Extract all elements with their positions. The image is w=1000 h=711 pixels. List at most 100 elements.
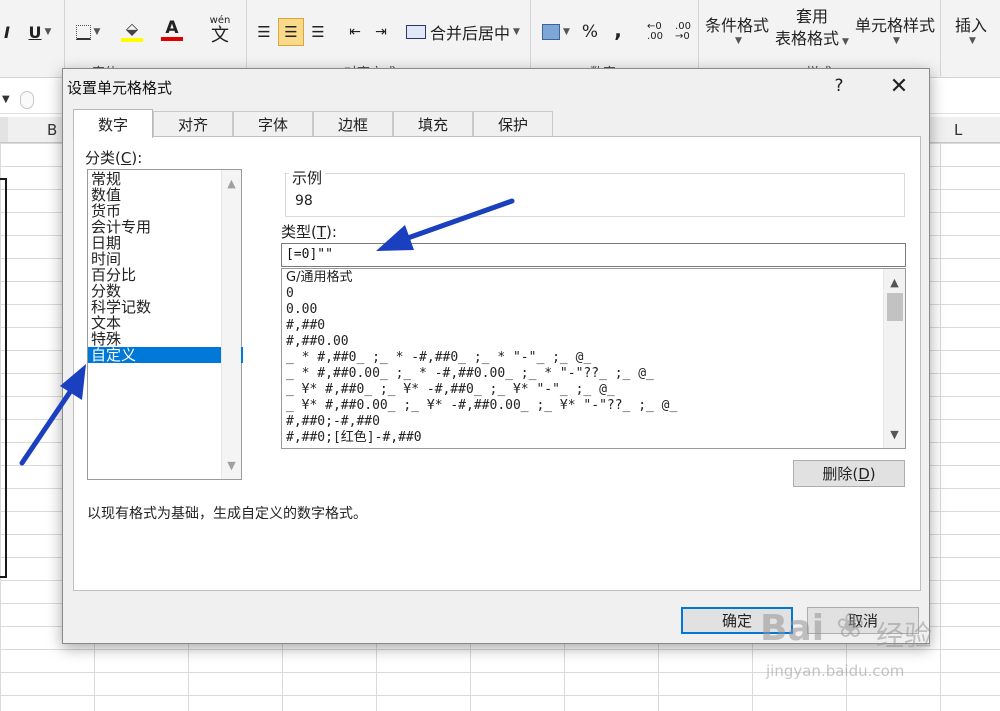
- tab-number[interactable]: 数字: [73, 109, 153, 138]
- close-icon: ✕: [889, 73, 909, 99]
- scroll-down-icon[interactable]: ▼: [222, 456, 241, 474]
- category-label-suffix: ):: [131, 149, 143, 167]
- chevron-down-icon: ▼: [563, 27, 570, 37]
- column-header-l[interactable]: L: [954, 121, 962, 139]
- accounting-format-button[interactable]: ▼: [538, 18, 574, 46]
- format-code-item[interactable]: #,##0;-#,##0: [286, 414, 380, 430]
- category-item[interactable]: 百分比: [91, 267, 241, 283]
- tab-protection[interactable]: 保护: [473, 111, 553, 137]
- tab-font[interactable]: 字体: [233, 111, 313, 137]
- category-item[interactable]: 常规: [91, 171, 241, 187]
- cell-styles-button[interactable]: 单元格样式 ▼: [852, 4, 938, 54]
- ribbon: I U ▼ ▼ ⬙ A wén 文 ☰ ☰ ☰ ⇤ ⇥ 合并后居中 ▼ ▼ % , …: [0, 0, 1000, 81]
- format-code-list[interactable]: G/通用格式 0 0.00 #,##0 #,##0.00 _ * #,##0_ …: [281, 268, 906, 449]
- format-code-item[interactable]: 0: [286, 286, 294, 302]
- phonetic-button[interactable]: wén 文: [198, 12, 242, 48]
- scroll-up-icon[interactable]: ▲: [885, 273, 904, 291]
- insert-label: 插入: [954, 16, 987, 35]
- dialog-title: 设置单元格格式: [67, 79, 173, 97]
- category-item[interactable]: 货币: [91, 203, 241, 219]
- conditional-format-button[interactable]: 条件格式 ▼: [702, 4, 772, 54]
- align-right-icon: ☰: [311, 23, 325, 41]
- tab-alignment[interactable]: 对齐: [153, 111, 233, 137]
- underline-button[interactable]: U ▼: [20, 18, 60, 46]
- currency-icon: [542, 24, 561, 40]
- italic-button[interactable]: I: [0, 18, 14, 46]
- category-item[interactable]: 时间: [91, 251, 241, 267]
- percent-button[interactable]: %: [578, 18, 602, 46]
- row-header-corner: [0, 117, 8, 142]
- format-code-item[interactable]: _ * #,##0_ ;_ * -#,##0_ ;_ * "-"_ ;_ @_: [286, 350, 591, 366]
- format-description: 以现有格式为基础，生成自定义的数字格式。: [87, 506, 367, 522]
- increase-decimal-button[interactable]: ←0.00: [642, 18, 668, 46]
- format-code-item[interactable]: _ ¥* #,##0_ ;_ ¥* -#,##0_ ;_ ¥* "-"_ ;_ …: [286, 382, 615, 398]
- close-button[interactable]: ✕: [881, 73, 917, 99]
- scroll-thumb[interactable]: [887, 293, 903, 321]
- category-item[interactable]: 会计专用: [91, 219, 241, 235]
- format-code-item[interactable]: #,##0.00: [286, 334, 349, 350]
- delete-label-prefix: 删除(: [822, 465, 859, 483]
- format-code-item[interactable]: _ ¥* #,##0.00_ ;_ ¥* -#,##0.00_ ;_ ¥* "-…: [286, 398, 677, 414]
- font-color-button[interactable]: A: [152, 14, 192, 46]
- cell-styles-label: 单元格样式: [854, 16, 935, 35]
- font-color-bar: [161, 37, 183, 41]
- format-code-item[interactable]: G/通用格式: [286, 270, 352, 286]
- fill-color-bar: [121, 37, 143, 42]
- increase-indent-icon: ⇥: [375, 24, 387, 40]
- align-left-button[interactable]: ☰: [252, 20, 276, 44]
- format-code-item[interactable]: #,##0;[红色]-#,##0: [286, 430, 422, 446]
- format-code-item[interactable]: _ * #,##0.00_ ;_ * -#,##0.00_ ;_ * "-"??…: [286, 366, 654, 382]
- chevron-down-icon: ▼: [893, 36, 900, 46]
- phonetic-label: wén: [209, 14, 231, 26]
- delete-button[interactable]: 删除(D): [793, 460, 905, 487]
- scroll-up-icon[interactable]: ▲: [222, 174, 241, 192]
- tab-fill[interactable]: 填充: [393, 111, 473, 137]
- decrease-decimal-button[interactable]: .00 →0: [670, 18, 696, 46]
- category-item[interactable]: 科学记数: [91, 299, 241, 315]
- chevron-down-icon: ▼: [969, 36, 976, 46]
- type-label-suffix: ):: [326, 223, 337, 241]
- decrease-indent-button[interactable]: ⇤: [344, 20, 366, 44]
- category-list[interactable]: 常规 数值 货币 会计专用 日期 时间 百分比 分数 科学记数 文本 特殊 自定…: [87, 169, 243, 480]
- formula-bar-handle[interactable]: [20, 91, 34, 109]
- category-item[interactable]: 数值: [91, 187, 241, 203]
- format-cells-dialog: 设置单元格格式 ? ✕ 数字 对齐 字体 边框 填充 保护 分类(C): 常规 …: [62, 68, 930, 644]
- category-item-selected[interactable]: 自定义: [88, 347, 243, 363]
- category-item[interactable]: 分数: [91, 283, 241, 299]
- merge-icon: [406, 25, 426, 39]
- format-code-item[interactable]: #,##0: [286, 318, 325, 334]
- type-input[interactable]: [=0]"": [281, 243, 906, 267]
- conditional-format-label: 条件格式: [704, 16, 769, 35]
- tab-border[interactable]: 边框: [313, 111, 393, 137]
- format-as-table-button[interactable]: 套用 表格格式 ▼: [772, 4, 852, 54]
- underline-label: U: [28, 22, 42, 42]
- name-box-dropdown-icon[interactable]: ▼: [2, 94, 10, 105]
- type-label-key: T: [316, 223, 327, 241]
- decrease-indent-icon: ⇤: [349, 24, 361, 40]
- scroll-down-icon[interactable]: ▼: [885, 425, 904, 443]
- comma-button[interactable]: ,: [608, 16, 628, 44]
- category-item[interactable]: 日期: [91, 235, 241, 251]
- column-header-b[interactable]: B: [47, 121, 57, 139]
- merge-center-button[interactable]: 合并后居中 ▼: [406, 18, 526, 46]
- increase-decimal-icon: ←0.00: [647, 21, 663, 42]
- category-item[interactable]: 特殊: [91, 331, 241, 347]
- border-button[interactable]: ▼: [70, 18, 106, 46]
- format-list-scrollbar[interactable]: ▲ ▼: [883, 269, 905, 448]
- category-item[interactable]: 文本: [91, 315, 241, 331]
- insert-button[interactable]: 插入 ▼: [946, 4, 996, 54]
- category-scrollbar[interactable]: ▲ ▼: [221, 170, 241, 479]
- phonetic-char: 文: [211, 24, 229, 46]
- divider: [246, 0, 247, 76]
- divider: [698, 0, 699, 76]
- category-label: 分类(C):: [85, 147, 142, 168]
- align-right-button[interactable]: ☰: [306, 20, 330, 44]
- fill-color-button[interactable]: ⬙: [112, 14, 152, 46]
- increase-indent-button[interactable]: ⇥: [370, 20, 392, 44]
- align-left-icon: ☰: [257, 23, 271, 41]
- align-center-button[interactable]: ☰: [278, 18, 304, 46]
- type-label-prefix: 类型(: [281, 223, 317, 241]
- help-button[interactable]: ?: [827, 73, 851, 99]
- format-code-item[interactable]: 0.00: [286, 302, 317, 318]
- paint-bucket-icon: ⬙: [125, 18, 139, 38]
